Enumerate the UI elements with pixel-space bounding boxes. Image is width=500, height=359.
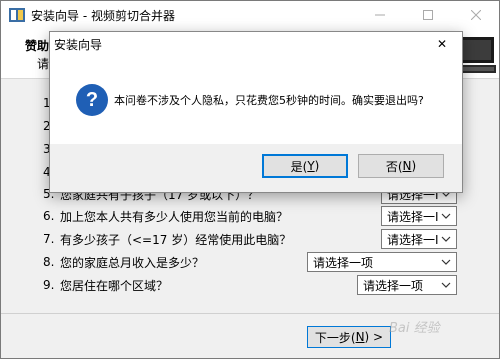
question-number: 7. <box>43 232 55 246</box>
header-title: 赞助 <box>25 39 50 53</box>
question-row-7: 7. 有多少孩子（<=17 岁）经常使用此电脑？ <box>43 229 291 249</box>
question-icon: ? <box>76 84 108 116</box>
no-close-paren: ) <box>411 159 417 173</box>
chevron-down-icon <box>441 282 451 288</box>
watermark: Bai 经验 <box>389 321 440 336</box>
question-number: 9. <box>43 278 55 292</box>
question-6-select[interactable]: 请选择一I <box>381 206 457 226</box>
app-icon <box>9 8 25 22</box>
no-button[interactable]: 否(N) <box>358 154 444 178</box>
dialog-close-button[interactable]: ✕ <box>422 32 462 56</box>
question-number: 6. <box>43 209 55 223</box>
question-9-select[interactable]: 请选择一项 <box>357 275 457 295</box>
footer-divider <box>1 313 499 314</box>
select-value: 请选择一项 <box>363 278 424 293</box>
no-hotkey: N <box>402 159 412 173</box>
yes-close-paren: ) <box>314 159 320 173</box>
close-icon: ✕ <box>436 37 448 51</box>
chevron-down-icon <box>441 213 451 219</box>
question-row-6: 6. 加上您本人共有多少人使用您当前的电脑？ <box>43 206 288 226</box>
no-label: 否( <box>385 159 403 174</box>
question-text: 您居住在哪个区域？ <box>60 278 169 293</box>
yes-button[interactable]: 是(Y) <box>262 154 348 178</box>
maximize-button[interactable] <box>405 1 451 29</box>
select-value: 请选择一项 <box>313 255 374 270</box>
close-button[interactable] <box>453 1 499 29</box>
chevron-down-icon <box>441 259 451 265</box>
close-icon <box>471 10 481 20</box>
yes-hotkey: Y <box>307 159 315 173</box>
question-7-select[interactable]: 请选择一I <box>381 229 457 249</box>
window-title: 安装向导 - 视频剪切合并器 <box>31 9 175 23</box>
question-row-9: 9. 您居住在哪个区域？ <box>43 275 168 295</box>
yes-label: 是( <box>290 159 308 174</box>
select-value: 请选择一I <box>387 232 439 247</box>
question-row-8: 8. 您的家庭总月收入是多少？ <box>43 252 204 272</box>
minimize-button[interactable] <box>357 1 403 29</box>
dialog-body: ? 本问卷不涉及个人隐私，只花费您5秒钟的时间。确实要退出吗? <box>50 56 462 144</box>
maximize-icon <box>423 10 433 20</box>
next-hotkey: N <box>355 330 365 344</box>
header-subtitle: 请 <box>37 57 50 71</box>
question-8-select[interactable]: 请选择一项 <box>307 252 457 272</box>
next-button[interactable]: 下一步(N) > <box>307 326 391 348</box>
question-text: 有多少孩子（<=17 岁）经常使用此电脑？ <box>60 232 292 247</box>
select-value: 请选择一I <box>387 209 439 224</box>
question-text: 加上您本人共有多少人使用您当前的电脑？ <box>60 209 289 224</box>
exit-confirm-dialog: 安装向导 ✕ ? 本问卷不涉及个人隐私，只花费您5秒钟的时间。确实要退出吗? 是… <box>49 31 463 193</box>
question-number: 8. <box>43 255 55 269</box>
next-label: 下一步( <box>314 330 356 345</box>
next-suffix: ) > <box>364 330 384 344</box>
dialog-message: 本问卷不涉及个人隐私，只花费您5秒钟的时间。确实要退出吗? <box>114 94 424 107</box>
question-text: 您的家庭总月收入是多少？ <box>60 255 205 270</box>
minimize-icon <box>375 14 385 16</box>
dialog-titlebar: 安装向导 ✕ <box>50 32 462 56</box>
dialog-title: 安装向导 <box>54 38 103 52</box>
window-titlebar: 安装向导 - 视频剪切合并器 <box>1 1 499 29</box>
chevron-down-icon <box>441 236 451 242</box>
